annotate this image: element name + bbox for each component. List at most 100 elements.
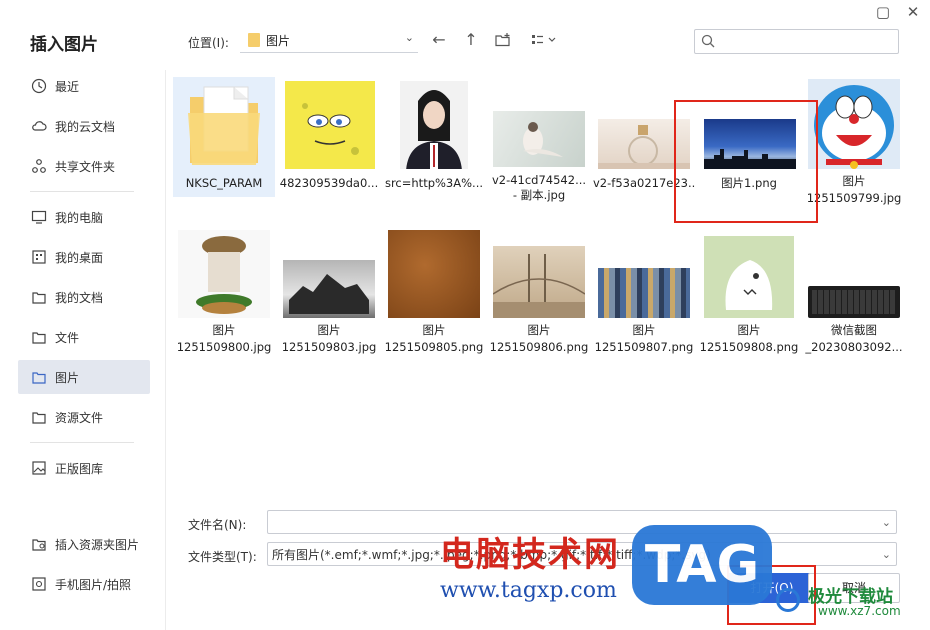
sidebar-divider [30,191,134,192]
file-item[interactable]: 482309539da0... [278,77,380,192]
back-arrow-icon[interactable]: ← [430,31,448,49]
file-name: 图片 [842,174,866,188]
sidebar-item-pictures[interactable]: 图片 [18,360,150,394]
image-thumbnail [804,77,904,169]
sidebar-item-insert-resource-folder[interactable]: 插入资源夹图片 [18,527,150,561]
sidebar-item-shared[interactable]: 共享文件夹 [18,149,150,183]
image-thumbnail [489,77,589,169]
sidebar-item-cloud[interactable]: 我的云文档 [18,109,150,143]
sidebar-item-label: 资源文件 [55,410,104,425]
gallery-icon [31,460,47,476]
watermark-brand-url: www.xz7.com [818,604,901,618]
file-name-line2: 1251509806.png [489,340,589,354]
sidebar-item-documents[interactable]: 我的文档 [18,280,150,314]
sidebar-item-phone-photos[interactable]: 手机图片/拍照 [18,567,150,601]
sidebar-item-label: 图片 [55,370,80,385]
file-name-line2: - 副本.jpg [512,188,566,202]
sidebar-item-my-computer[interactable]: 我的电脑 [18,200,150,234]
sidebar-item-label: 正版图库 [55,461,104,476]
image-thumbnail [174,226,274,318]
location-label: 位置(I): [188,36,229,50]
sidebar-item-resources[interactable]: 资源文件 [18,400,150,434]
folder-icon [31,409,47,425]
maximize-icon[interactable]: ▢ [873,2,893,22]
file-name: 图片 [527,323,551,337]
search-input[interactable] [694,29,899,54]
file-name-line2: 1251509808.png [699,340,799,354]
up-arrow-icon[interactable]: ↑ [462,31,480,49]
file-item[interactable]: 图片 1251509805.png [383,226,485,356]
sidebar-item-desktop[interactable]: 我的桌面 [18,240,150,274]
phone-image-icon [31,576,47,592]
file-name: 482309539da0... [279,176,379,190]
cloud-icon [31,118,47,134]
folder-icon [248,33,260,47]
file-item[interactable]: 图片 1251509807.png [593,226,695,356]
chevron-down-icon: ⌄ [404,31,414,44]
monitor-icon [31,209,47,225]
file-name: 图片 [422,323,446,337]
file-item[interactable]: 图片 1251509806.png [488,226,590,356]
sidebar-divider [30,442,134,443]
chevron-down-icon: ⌄ [881,516,891,529]
close-icon[interactable]: ✕ [903,2,923,22]
sidebar-item-files[interactable]: 文件 [18,320,150,354]
view-mode-icon[interactable] [528,31,560,49]
location-dropdown[interactable]: 图片 ⌄ [240,28,418,53]
file-name-line2: 1251509807.png [594,340,694,354]
image-thumbnail [384,226,484,318]
dialog-title: 插入图片 [30,35,98,55]
file-name: 微信截图 [831,323,877,337]
image-thumbnail [384,77,484,169]
file-name-line2: 1251509799.jpg [806,191,902,205]
file-name: 图片 [317,323,341,337]
sidebar-item-label: 共享文件夹 [55,159,116,174]
highlight-box [674,100,818,223]
file-name: 图片 [737,323,761,337]
location-value: 图片 [266,33,291,48]
image-thumbnail [489,226,589,318]
image-thumbnail [279,226,379,318]
file-name-line2: 1251509803.jpg [281,340,377,354]
file-item[interactable]: 图片 1251509799.jpg [803,77,905,207]
chevron-down-icon: ⌄ [881,548,891,561]
file-item[interactable]: 图片 1251509808.png [698,226,800,356]
sidebar-item-label: 我的电脑 [55,210,104,225]
new-folder-icon[interactable] [494,31,512,49]
file-name: 图片 [212,323,236,337]
folder-icon [174,77,274,169]
file-item[interactable]: 微信截图 _20230803092... [803,226,905,356]
file-name: src=http%3A%... [384,176,484,190]
file-item[interactable]: v2-41cd74542... - 副本.jpg [488,77,590,203]
folder-icon [31,329,47,345]
file-name: v2-41cd74542... [491,173,587,187]
sidebar-item-label: 最近 [55,79,80,94]
documents-icon [31,289,47,305]
image-thumbnail [279,77,379,169]
file-name-line2: 1251509800.jpg [176,340,272,354]
file-item[interactable]: 图片 1251509800.jpg [173,226,275,356]
picture-folder-icon [31,369,47,385]
file-name-line2: _20230803092... [805,340,903,354]
clock-icon [31,78,47,94]
watermark-cn: 电脑技术网 [440,535,620,575]
image-thumbnail [804,226,904,318]
sidebar-item-recent[interactable]: 最近 [18,69,150,103]
file-name-line2: 1251509805.png [384,340,484,354]
brand-logo-icon [776,588,800,612]
filename-label: 文件名(N): [188,518,247,532]
sidebar-item-label: 手机图片/拍照 [55,577,132,592]
file-name: NKSC_PARAM [185,176,263,190]
sidebar-separator [165,70,166,630]
file-item[interactable]: 图片 1251509803.jpg [278,226,380,356]
sidebar-item-gallery[interactable]: 正版图库 [18,451,150,485]
file-item[interactable]: NKSC_PARAM [173,77,275,197]
watermark-tag-logo: TAG [632,525,772,605]
file-item[interactable]: src=http%3A%... [383,77,485,192]
filetype-label: 文件类型(T): [188,550,257,564]
image-thumbnail [699,226,799,318]
image-thumbnail [594,226,694,318]
watermark-url: www.tagxp.com [440,578,617,603]
search-icon [701,34,715,48]
file-name: 图片 [632,323,656,337]
